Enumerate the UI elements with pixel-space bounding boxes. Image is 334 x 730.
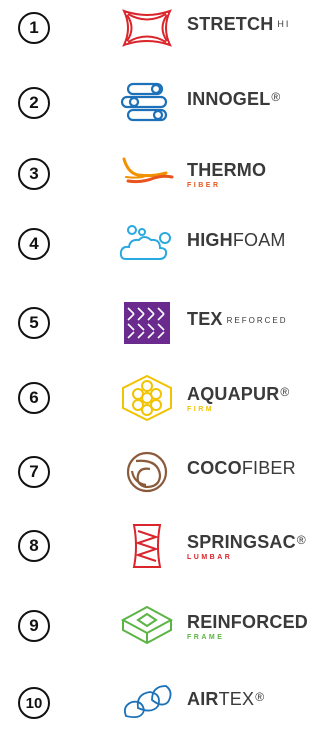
air-mesh-icon <box>118 680 176 726</box>
cloud-bubbles-icon <box>118 221 176 267</box>
feature-row-highfoam: 4 HIGHFOAM <box>0 221 334 271</box>
brand-name: HIGH <box>187 230 233 250</box>
brand-name-thin: FOAM <box>232 230 286 250</box>
feature-row-aquapur: 6 AQUAPUR® FIRM <box>0 375 334 425</box>
gel-layers-icon <box>118 80 176 126</box>
brand-name: STRETCH <box>187 14 274 34</box>
number-badge: 7 <box>18 456 50 488</box>
brand-name: COCO <box>187 458 242 478</box>
number-badge: 3 <box>18 158 50 190</box>
number-badge: 1 <box>18 12 50 44</box>
number-badge: 6 <box>18 382 50 414</box>
feature-row-springsac: 8 SPRINGSAC® LUMBAR <box>0 523 334 573</box>
brand-name: TEX <box>187 309 223 329</box>
honeycomb-icon <box>118 375 176 421</box>
coconut-fiber-icon <box>118 449 176 495</box>
brand-name: AIR <box>187 689 219 709</box>
feature-row-stretch: 1 STRETCH HI <box>0 5 334 55</box>
number-badge: 5 <box>18 307 50 339</box>
woven-fabric-icon <box>118 300 176 346</box>
brand-name: SPRINGSAC <box>187 532 296 552</box>
feature-row-thermo: 3 THERMO FIBER <box>0 151 334 201</box>
brand-suffix: ® <box>280 385 290 399</box>
brand-name: REINFORCED <box>187 612 309 632</box>
thermo-waves-icon <box>118 151 176 197</box>
brand-sublabel: FRAME <box>187 634 225 641</box>
number-badge: 2 <box>18 87 50 119</box>
brand-name: AQUAPUR <box>187 384 280 404</box>
brand-name-thin: FIBER <box>241 458 296 478</box>
brand-suffix: ® <box>255 690 265 704</box>
brand-suffix: ® <box>271 90 281 104</box>
pocket-spring-icon <box>118 523 176 569</box>
brand-name-thin: TEX <box>218 689 255 709</box>
number-badge: 9 <box>18 610 50 642</box>
brand-suffix: ® <box>296 533 306 547</box>
brand-name: THERMO <box>187 160 267 180</box>
brand-sublabel: LUMBAR <box>187 554 233 561</box>
number-badge: 8 <box>18 530 50 562</box>
feature-row-tex: 5 TEX REFORCED <box>0 300 334 350</box>
brand-sublabel: FIBER <box>187 182 221 189</box>
brand-suffix: REFORCED <box>226 316 288 325</box>
brand-sublabel: FIRM <box>187 406 215 413</box>
brand-name: INNOGEL <box>187 89 271 109</box>
feature-row-innogel: 2 INNOGEL® <box>0 80 334 130</box>
number-badge: 10 <box>18 687 50 719</box>
brand-suffix: HI <box>277 19 291 29</box>
stretch-fabric-icon <box>118 5 176 51</box>
feature-row-airtex: 10 AIRTEX® <box>0 680 334 730</box>
feature-row-cocofiber: 7 COCOFIBER <box>0 449 334 499</box>
feature-row-reinforced: 9 REINFORCED FRAME <box>0 603 334 653</box>
frame-box-icon <box>118 603 176 649</box>
number-badge: 4 <box>18 228 50 260</box>
